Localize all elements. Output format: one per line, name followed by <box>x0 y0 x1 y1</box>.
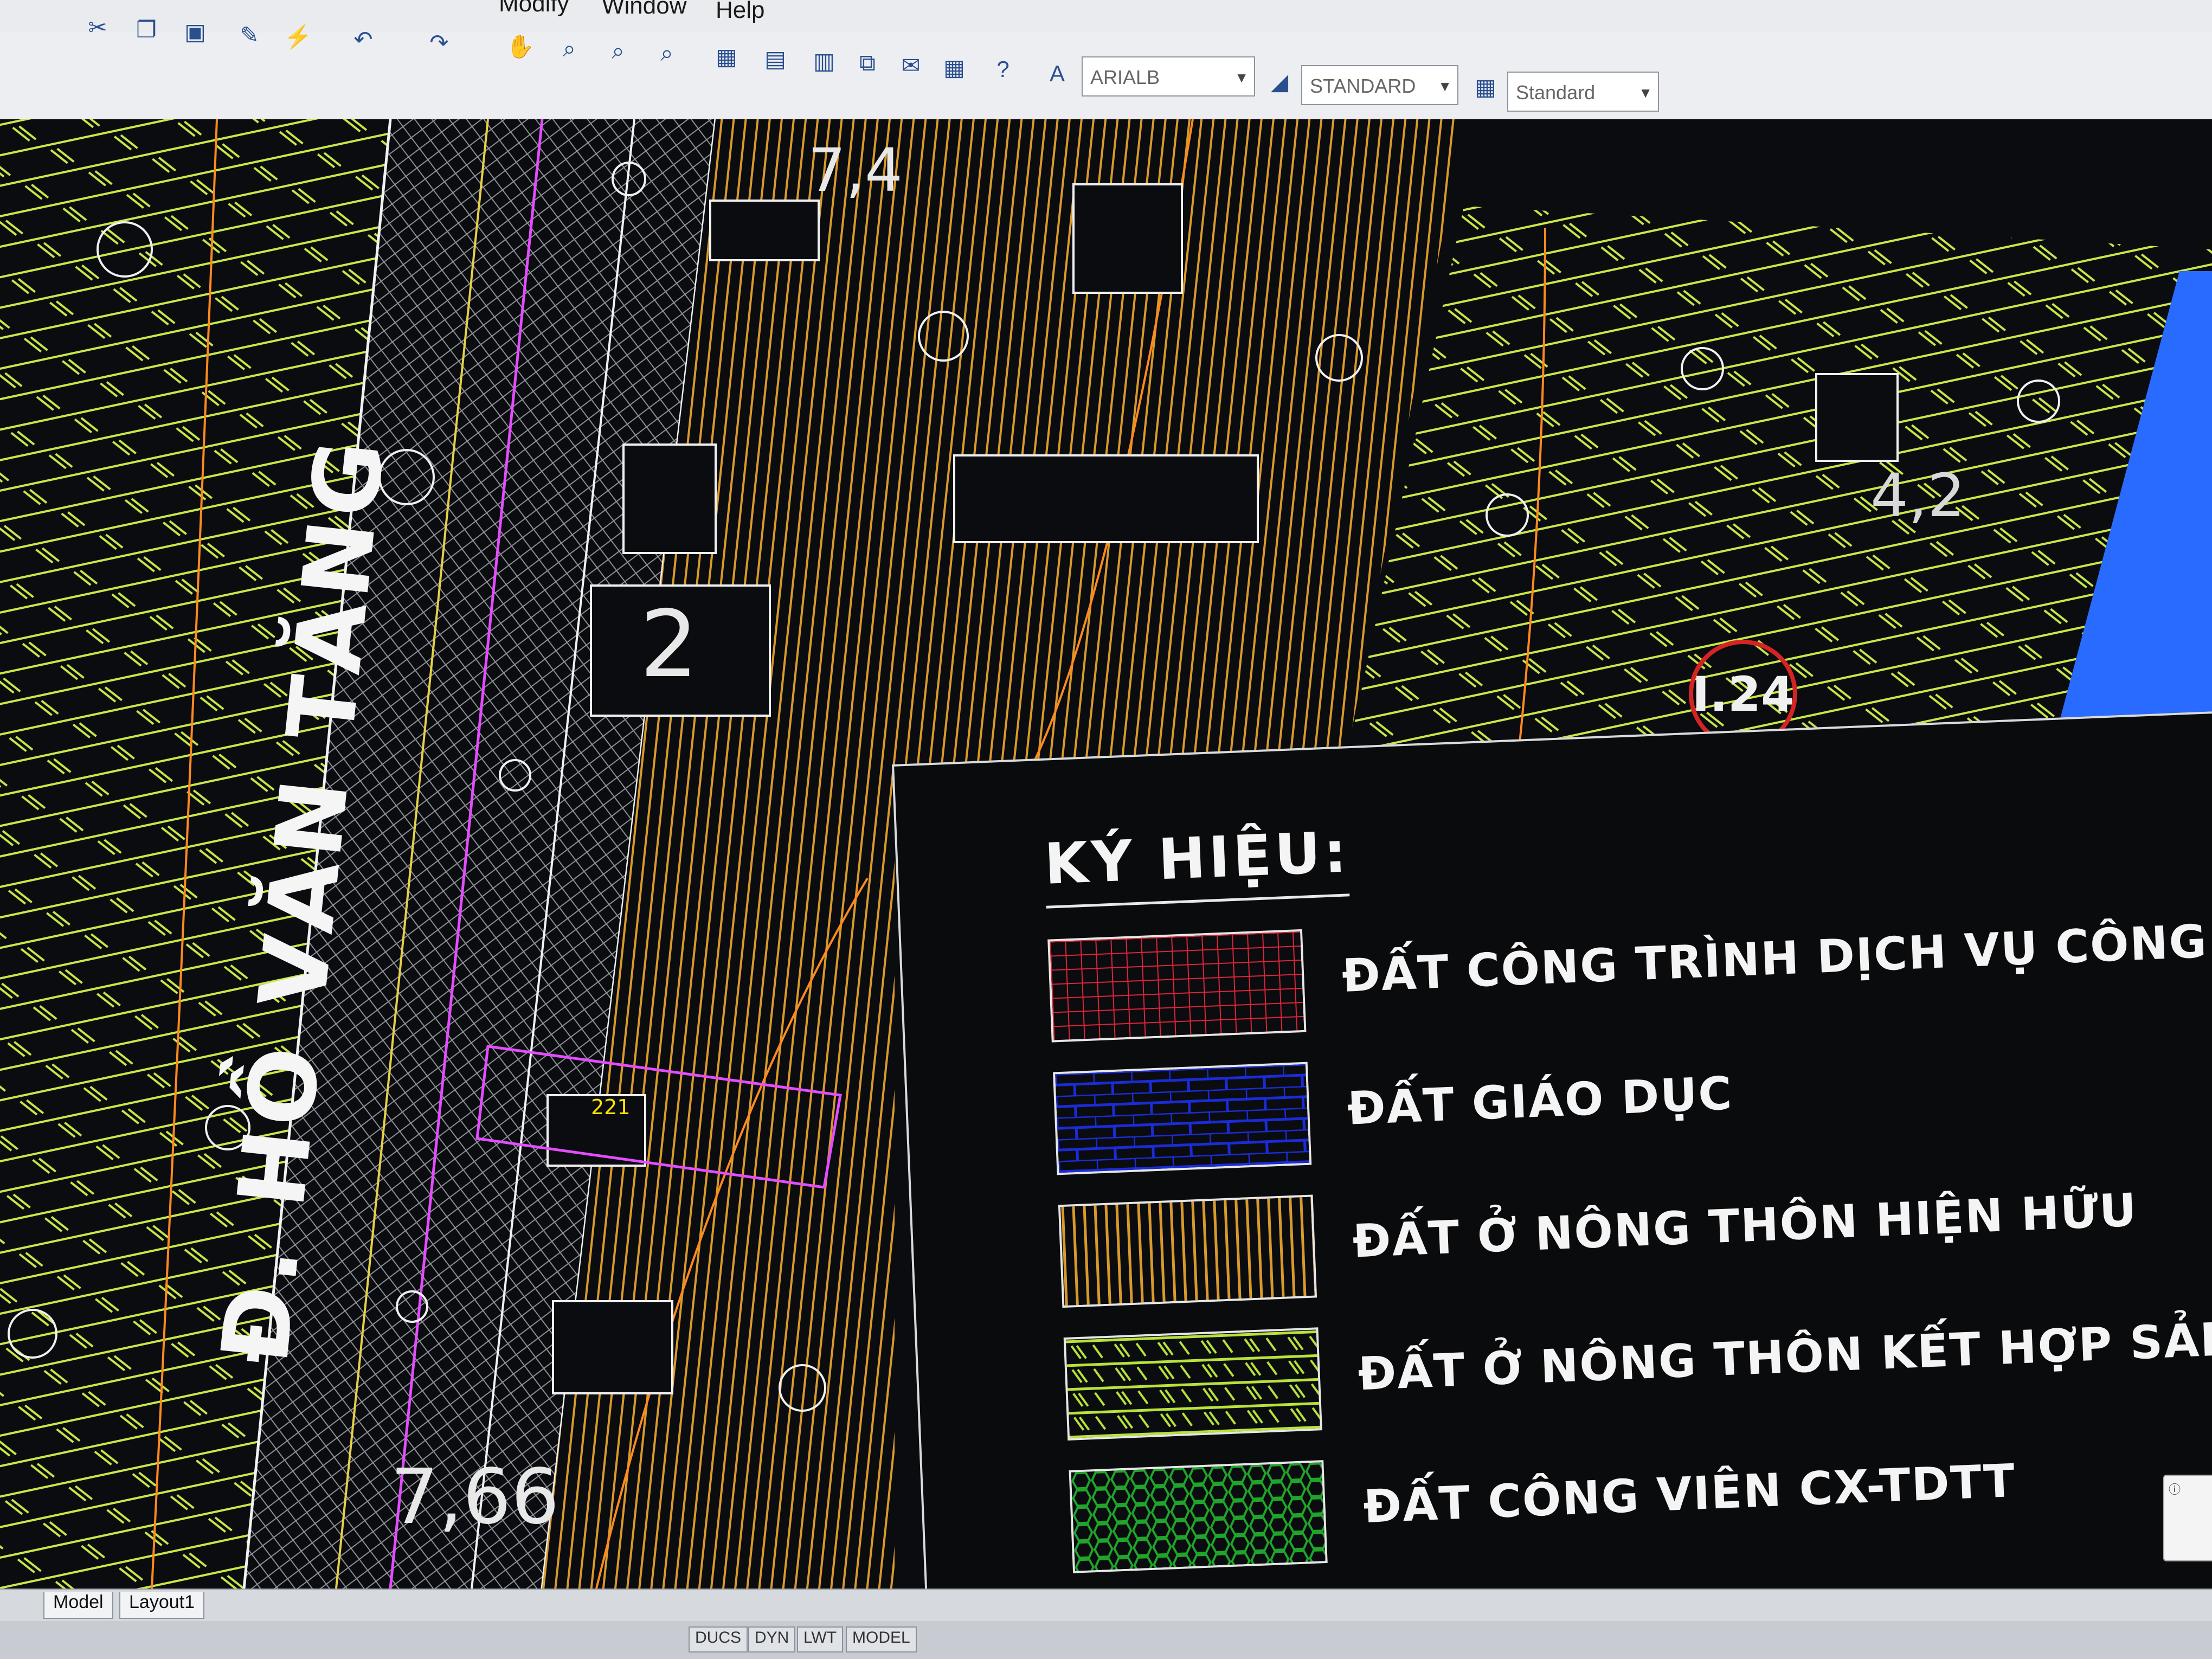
menu-bar: Modify Window Help <box>0 0 2212 33</box>
education-swatch <box>1053 1062 1312 1175</box>
legend-item-education: ĐẤT GIÁO DỤC <box>1053 1062 1734 1181</box>
legend-label: ĐẤT Ở NÔNG THÔN HIỆN HỮU <box>1352 1183 2139 1268</box>
menu-window[interactable]: Window <box>602 0 687 20</box>
park-swatch <box>1069 1460 1328 1573</box>
status-model[interactable]: MODEL <box>846 1626 917 1652</box>
properties-icon[interactable]: ▦ <box>710 40 743 73</box>
menu-modify[interactable]: Modify <box>499 0 569 17</box>
calculator-icon[interactable]: ▦ <box>938 51 970 83</box>
chevron-down-icon: ▼ <box>1438 78 1452 94</box>
match-properties-icon[interactable]: ⚡ <box>282 21 314 53</box>
pan-icon[interactable]: ✋ <box>504 30 537 63</box>
lot-number-label: 2 <box>640 591 699 698</box>
legend-item-rural-production: ĐẤT Ở NÔNG THÔN KẾT HỢP SẢN XUẤT <box>1063 1306 2212 1446</box>
dimension-style-icon[interactable]: ◢ <box>1263 65 1296 98</box>
dimension-style-value: STANDARD <box>1310 75 1416 97</box>
dimension-top-label: 7,4 <box>808 136 903 205</box>
brush-icon[interactable]: ✎ <box>233 18 266 51</box>
cut-icon[interactable]: ✂ <box>81 11 114 43</box>
tab-layout1[interactable]: Layout1 <box>119 1592 204 1619</box>
legend-label: ĐẤT GIÁO DỤC <box>1346 1066 1734 1135</box>
legend-label: ĐẤT CÔNG TRÌNH DỊCH VỤ CÔNG CỘNG <box>1341 908 2212 1002</box>
info-icon: ⓘ <box>2169 1483 2181 1496</box>
tool-palettes-icon[interactable]: ▥ <box>808 44 840 77</box>
status-bar: DUCS DYN LWT MODEL <box>0 1621 2212 1659</box>
drawing-canvas[interactable]: Đ. HỒ VĂN TĂNG 2 221 7,4 7,66 4,2 I.24 K… <box>0 119 2212 1589</box>
legend-item-rural-residential: ĐẤT Ở NÔNG THÔN HIỆN HỮU <box>1058 1184 2138 1313</box>
zoom-realtime-icon[interactable]: ⌕ <box>553 33 586 65</box>
public-service-swatch <box>1047 929 1307 1043</box>
status-lwt[interactable]: LWT <box>797 1626 844 1652</box>
legend-title: KÝ HIỆU: <box>1043 819 1351 897</box>
redo-icon[interactable]: ↷ <box>423 26 455 59</box>
chevron-down-icon: ▼ <box>1234 69 1249 86</box>
standard-toolbar: ✂ ❐ ▣ ✎ ⚡ ↶ ↷ ✋ ⌕ ⌕ ⌕ ▦ ▤ ▥ ⧉ ✉ ▦ ? A AR… <box>0 15 2212 120</box>
rural-production-swatch <box>1063 1327 1322 1441</box>
text-style-select[interactable]: ARIALB ▼ <box>1082 56 1255 97</box>
menu-help[interactable]: Help <box>716 0 765 24</box>
dimension-bottom-label: 7,66 <box>390 1453 560 1541</box>
status-dyn[interactable]: DYN <box>748 1626 796 1652</box>
zoom-window-icon[interactable]: ⌕ <box>602 35 634 67</box>
help-icon[interactable]: ? <box>987 53 1019 86</box>
text-style-value: ARIALB <box>1090 66 1160 88</box>
markup-icon[interactable]: ✉ <box>895 49 927 81</box>
text-style-icon[interactable]: A <box>1041 57 1073 90</box>
status-ducs[interactable]: DUCS <box>689 1626 748 1652</box>
sheet-set-icon[interactable]: ⧉ <box>851 47 884 79</box>
table-style-select[interactable]: Standard ▼ <box>1507 72 1659 112</box>
lot-code-label: 221 <box>591 1095 631 1119</box>
legend-item-park: ĐẤT CÔNG VIÊN CX-TDTT <box>1069 1454 2017 1579</box>
paste-icon[interactable]: ▣ <box>179 15 211 48</box>
legend-item-public-service: ĐẤT CÔNG TRÌNH DỊCH VỤ CÔNG CỘNG <box>1047 908 2212 1048</box>
copy-icon[interactable]: ❐ <box>130 13 163 46</box>
tab-model[interactable]: Model <box>43 1592 113 1619</box>
table-style-icon[interactable]: ▦ <box>1469 70 1502 103</box>
undo-icon[interactable]: ↶ <box>347 23 380 55</box>
dimension-right-label: 4,2 <box>1870 461 1965 530</box>
legend-underline <box>1046 893 1350 909</box>
dimension-style-select[interactable]: STANDARD ▼ <box>1301 65 1458 105</box>
autocad-window: Modify Window Help ✂ ❐ ▣ ✎ ⚡ ↶ ↷ ✋ ⌕ ⌕ ⌕… <box>0 0 2212 1659</box>
notification-popup[interactable]: ⓘ <box>2163 1475 2212 1561</box>
rural-residential-swatch <box>1058 1194 1317 1308</box>
legend-panel: KÝ HIỆU: ĐẤT CÔNG TRÌNH DỊCH VỤ CÔNG CỘN… <box>892 710 2212 1589</box>
legend-label: ĐẤT Ở NÔNG THÔN KẾT HỢP SẢN XUẤT <box>1356 1306 2212 1401</box>
table-style-value: Standard <box>1516 81 1596 104</box>
design-center-icon[interactable]: ▤ <box>759 42 792 75</box>
legend-label: ĐẤT CÔNG VIÊN CX-TDTT <box>1362 1454 2017 1534</box>
layout-tab-bar: Model Layout1 <box>0 1589 2212 1622</box>
chevron-down-icon: ▼ <box>1638 85 1652 101</box>
zoom-previous-icon[interactable]: ⌕ <box>651 37 683 69</box>
